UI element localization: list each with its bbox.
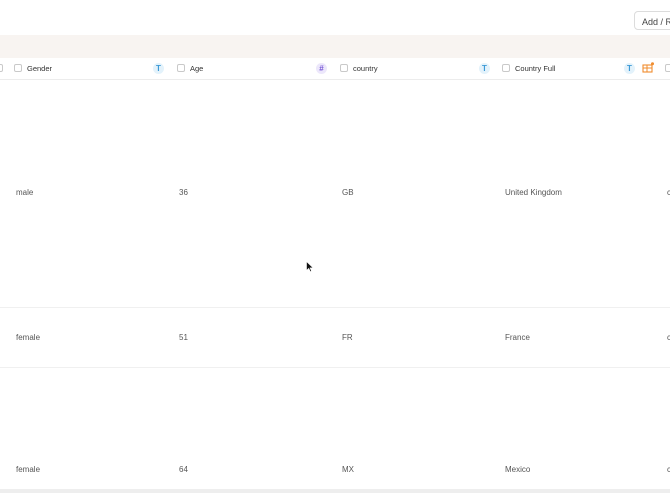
cell-gender[interactable]: female: [16, 333, 40, 342]
add-remove-columns-button[interactable]: Add / Remove: [634, 11, 670, 30]
text-type-icon: T: [153, 63, 164, 74]
column-header-label: Country Full: [515, 64, 556, 73]
text-type-icon: T: [624, 63, 635, 74]
column-select-checkbox[interactable]: [14, 64, 22, 72]
column-header-country[interactable]: country T: [331, 58, 495, 79]
column-select-checkbox[interactable]: [340, 64, 348, 72]
cell-gender[interactable]: female: [16, 465, 40, 474]
cell-gender[interactable]: male: [16, 188, 33, 197]
text-type-icon: T: [479, 63, 490, 74]
cell-country-full[interactable]: United Kingdom: [505, 188, 562, 197]
number-type-icon: #: [316, 63, 327, 74]
column-header-country-full[interactable]: Country Full T: [495, 58, 670, 79]
mouse-pointer-icon: [306, 261, 314, 273]
column-header-label: Age: [190, 64, 204, 73]
column-header-label: Gender: [27, 64, 53, 73]
table-lookup-icon[interactable]: [642, 62, 654, 74]
column-header-label: country: [353, 64, 378, 73]
cell-age[interactable]: 64: [179, 465, 188, 474]
column-select-checkbox[interactable]: [502, 64, 510, 72]
horizontal-scrollbar[interactable]: [0, 489, 670, 493]
table-header: Gender T Age # country T Country Full T: [0, 58, 670, 80]
table-row[interactable]: female 51 FR France c: [0, 308, 670, 367]
table-row[interactable]: female 64 MX Mexico c: [0, 368, 670, 489]
cell-age[interactable]: 51: [179, 333, 188, 342]
cell-age[interactable]: 36: [179, 188, 188, 197]
cell-country[interactable]: FR: [342, 333, 353, 342]
cell-country-full[interactable]: Mexico: [505, 465, 530, 474]
info-banner: [0, 35, 670, 58]
column-select-checkbox[interactable]: [177, 64, 185, 72]
cell-country[interactable]: GB: [342, 188, 354, 197]
column-header-gender[interactable]: Gender T: [0, 58, 168, 79]
column-select-checkbox[interactable]: [665, 64, 670, 72]
column-header-age[interactable]: Age #: [168, 58, 331, 79]
cell-country-full[interactable]: France: [505, 333, 530, 342]
table-row[interactable]: male 36 GB United Kingdom c: [0, 79, 670, 307]
cell-country[interactable]: MX: [342, 465, 354, 474]
top-toolbar: Add / Remove: [0, 0, 670, 35]
